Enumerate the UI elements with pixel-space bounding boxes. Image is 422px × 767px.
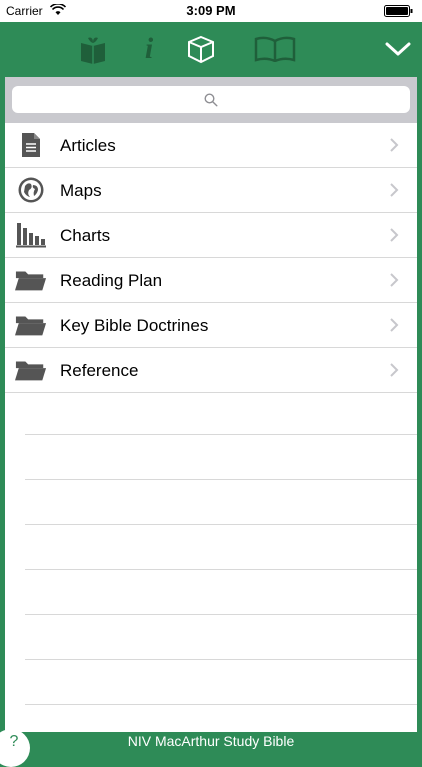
list-item-reference[interactable]: Reference bbox=[5, 348, 417, 393]
chevron-right-icon bbox=[390, 228, 399, 242]
empty-row bbox=[25, 525, 417, 570]
list-item-maps[interactable]: Maps bbox=[5, 168, 417, 213]
empty-row bbox=[25, 480, 417, 525]
list-item-label: Maps bbox=[60, 181, 102, 200]
empty-list-area bbox=[25, 390, 417, 705]
footer-title: NIV MacArthur Study Bible bbox=[0, 732, 422, 750]
chevron-right-icon bbox=[390, 363, 399, 377]
status-bar: Carrier 3:09 PM bbox=[0, 0, 422, 22]
clock: 3:09 PM bbox=[186, 3, 236, 18]
chevron-right-icon bbox=[390, 183, 399, 197]
toolbar: i bbox=[0, 22, 422, 76]
battery-icon bbox=[384, 5, 413, 17]
empty-row bbox=[25, 660, 417, 705]
empty-row bbox=[25, 570, 417, 615]
content-panel: Articles Maps Charts Reading Plan Key Bi… bbox=[5, 77, 417, 732]
list-item-label: Reference bbox=[60, 361, 139, 380]
chevron-right-icon bbox=[390, 273, 399, 287]
search-input[interactable] bbox=[12, 86, 410, 113]
menu-list: Articles Maps Charts Reading Plan Key Bi… bbox=[5, 123, 417, 393]
list-item-label: Articles bbox=[60, 136, 116, 155]
search-icon bbox=[204, 92, 218, 106]
empty-row bbox=[25, 615, 417, 660]
info-icon[interactable]: i bbox=[132, 32, 166, 66]
folder-icon bbox=[15, 309, 47, 341]
globe-icon bbox=[15, 174, 47, 206]
list-item-label: Charts bbox=[60, 226, 111, 245]
search-bar bbox=[5, 77, 417, 123]
folder-icon bbox=[15, 354, 47, 386]
chevron-down-icon[interactable] bbox=[380, 32, 416, 66]
document-icon bbox=[15, 129, 47, 161]
empty-row bbox=[25, 435, 417, 480]
list-item-key-bible-doctrines[interactable]: Key Bible Doctrines bbox=[5, 303, 417, 348]
gift-book-icon[interactable] bbox=[76, 32, 110, 66]
list-item-articles[interactable]: Articles bbox=[5, 123, 417, 168]
list-item-reading-plan[interactable]: Reading Plan bbox=[5, 258, 417, 303]
list-item-label: Reading Plan bbox=[60, 271, 163, 290]
chevron-right-icon bbox=[390, 318, 399, 332]
box-icon[interactable] bbox=[184, 32, 218, 66]
open-book-icon[interactable] bbox=[252, 32, 298, 66]
list-item-charts[interactable]: Charts bbox=[5, 213, 417, 258]
chevron-right-icon bbox=[390, 138, 399, 152]
bar-chart-icon bbox=[15, 219, 47, 251]
folder-icon bbox=[15, 264, 47, 296]
list-item-label: Key Bible Doctrines bbox=[60, 316, 209, 335]
empty-row bbox=[25, 390, 417, 435]
